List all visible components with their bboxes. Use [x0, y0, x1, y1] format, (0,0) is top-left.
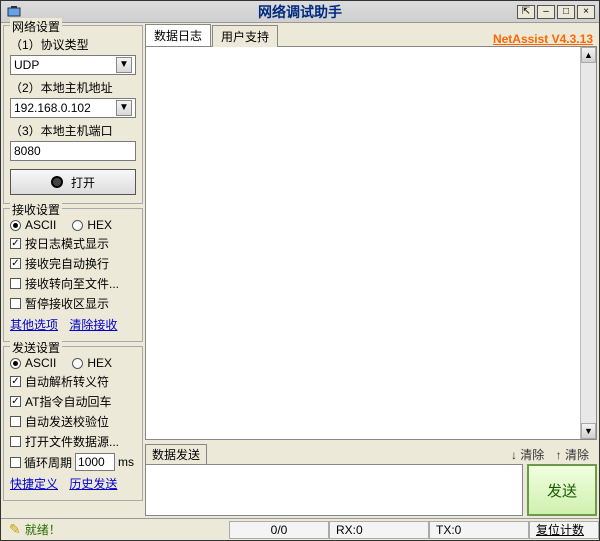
- app-window: 网络调试助手 ⇱ – □ × 网络设置 （1）协议类型 UDP ▼ （2）本地主…: [0, 0, 600, 541]
- send-input[interactable]: [145, 464, 523, 516]
- window-title: 网络调试助手: [1, 2, 599, 22]
- receive-settings-group: 接收设置 ASCII HEX 按日志模式显示 接收完自动换行 接收转向至文件..…: [3, 208, 143, 342]
- protocol-select[interactable]: UDP ▼: [10, 55, 136, 75]
- version-link[interactable]: NetAssist V4.3.13: [489, 32, 597, 46]
- send-settings-group: 发送设置 ASCII HEX 自动解析转义符 AT指令自动回车 自动发送校验位 …: [3, 346, 143, 501]
- main-area: 数据日志 用户支持 NetAssist V4.3.13 ▲ ▼ 数据发送 ↓ 清…: [145, 25, 597, 516]
- recv-hex-radio[interactable]: [72, 220, 83, 231]
- send-period-input[interactable]: [75, 453, 115, 471]
- open-button[interactable]: 打开: [10, 169, 136, 195]
- chevron-down-icon: ▼: [116, 100, 132, 116]
- network-settings-legend: 网络设置: [10, 18, 62, 35]
- send-tab[interactable]: 数据发送: [145, 444, 207, 464]
- status-tx: TX:0: [429, 521, 529, 539]
- status-dot-icon: [51, 176, 63, 188]
- send-ascii-radio[interactable]: [10, 358, 21, 369]
- send-opt4-label: 打开文件数据源...: [25, 433, 119, 450]
- titlebar: 网络调试助手 ⇱ – □ ×: [1, 1, 599, 23]
- recv-ascii-radio[interactable]: [10, 220, 21, 231]
- ready-icon: ✎: [9, 521, 21, 538]
- reset-counter-button[interactable]: 复位计数: [529, 521, 599, 539]
- recv-more-link[interactable]: 其他选项: [10, 318, 58, 332]
- send-period-prefix: 循环周期: [24, 454, 72, 471]
- send-opt1-label: 自动解析转义符: [25, 373, 109, 390]
- shortcut-link[interactable]: 快捷定义: [10, 477, 58, 491]
- send-ascii-label: ASCII: [25, 356, 56, 370]
- recv-clear-link[interactable]: 清除接收: [69, 318, 117, 332]
- send-tabs-row: 数据发送 ↓ 清除 ↑ 清除: [145, 444, 597, 464]
- port-label: （3）本地主机端口: [10, 122, 136, 139]
- sidebar: 网络设置 （1）协议类型 UDP ▼ （2）本地主机地址 192.168.0.1…: [3, 25, 143, 516]
- status-ready: ✎ 就绪！: [1, 521, 69, 538]
- clear-down-link[interactable]: ↓ 清除: [511, 448, 544, 462]
- send-settings-legend: 发送设置: [10, 339, 62, 356]
- recv-ascii-label: ASCII: [25, 218, 56, 232]
- clear-up-link[interactable]: ↑ 清除: [556, 448, 589, 462]
- send-section: 数据发送 ↓ 清除 ↑ 清除 发送: [145, 444, 597, 516]
- receive-settings-legend: 接收设置: [10, 201, 62, 218]
- protocol-label: （1）协议类型: [10, 36, 136, 53]
- status-counter: 0/0: [229, 521, 329, 539]
- recv-opt1-label: 按日志模式显示: [25, 235, 109, 252]
- send-hex-radio[interactable]: [72, 358, 83, 369]
- minimize-button[interactable]: –: [537, 5, 555, 19]
- maximize-button[interactable]: □: [557, 5, 575, 19]
- recv-opt1-check[interactable]: [10, 238, 21, 249]
- send-opt3-label: 自动发送校验位: [25, 413, 109, 430]
- status-rx: RX:0: [329, 521, 429, 539]
- body: 网络设置 （1）协议类型 UDP ▼ （2）本地主机地址 192.168.0.1…: [1, 23, 599, 518]
- send-opt3-check[interactable]: [10, 416, 21, 427]
- send-opt4-check[interactable]: [10, 436, 21, 447]
- tabs: 数据日志 用户支持 NetAssist V4.3.13: [145, 25, 597, 47]
- network-settings-group: 网络设置 （1）协议类型 UDP ▼ （2）本地主机地址 192.168.0.1…: [3, 25, 143, 204]
- recv-opt4-check[interactable]: [10, 298, 21, 309]
- scroll-up-icon[interactable]: ▲: [581, 47, 596, 63]
- port-input[interactable]: [10, 141, 136, 161]
- send-period-suffix: ms: [118, 455, 134, 469]
- host-label: （2）本地主机地址: [10, 79, 136, 96]
- status-ready-label: 就绪！: [25, 521, 61, 538]
- scroll-down-icon[interactable]: ▼: [581, 423, 596, 439]
- recv-opt3-check[interactable]: [10, 278, 21, 289]
- status-bar: ✎ 就绪！ 0/0 RX:0 TX:0 复位计数: [1, 518, 599, 540]
- host-select[interactable]: 192.168.0.102 ▼: [10, 98, 136, 118]
- tab-log[interactable]: 数据日志: [145, 24, 211, 46]
- recv-opt2-check[interactable]: [10, 258, 21, 269]
- scrollbar[interactable]: ▲ ▼: [580, 47, 596, 439]
- log-area[interactable]: ▲ ▼: [145, 47, 597, 440]
- history-link[interactable]: 历史发送: [69, 477, 117, 491]
- send-opt1-check[interactable]: [10, 376, 21, 387]
- recv-opt2-label: 接收完自动换行: [25, 255, 109, 272]
- protocol-value: UDP: [14, 58, 39, 72]
- send-button[interactable]: 发送: [527, 464, 597, 516]
- send-hex-label: HEX: [87, 356, 112, 370]
- pin-button[interactable]: ⇱: [517, 5, 535, 19]
- host-value: 192.168.0.102: [14, 101, 91, 115]
- close-button[interactable]: ×: [577, 5, 595, 19]
- send-period-check[interactable]: [10, 457, 21, 468]
- send-opt2-label: AT指令自动回车: [25, 393, 111, 410]
- recv-opt3-label: 接收转向至文件...: [25, 275, 119, 292]
- open-button-label: 打开: [71, 174, 95, 191]
- recv-hex-label: HEX: [87, 218, 112, 232]
- window-controls: ⇱ – □ ×: [517, 5, 599, 19]
- chevron-down-icon: ▼: [116, 57, 132, 73]
- tab-support[interactable]: 用户支持: [212, 25, 278, 47]
- recv-opt4-label: 暂停接收区显示: [25, 295, 109, 312]
- send-opt2-check[interactable]: [10, 396, 21, 407]
